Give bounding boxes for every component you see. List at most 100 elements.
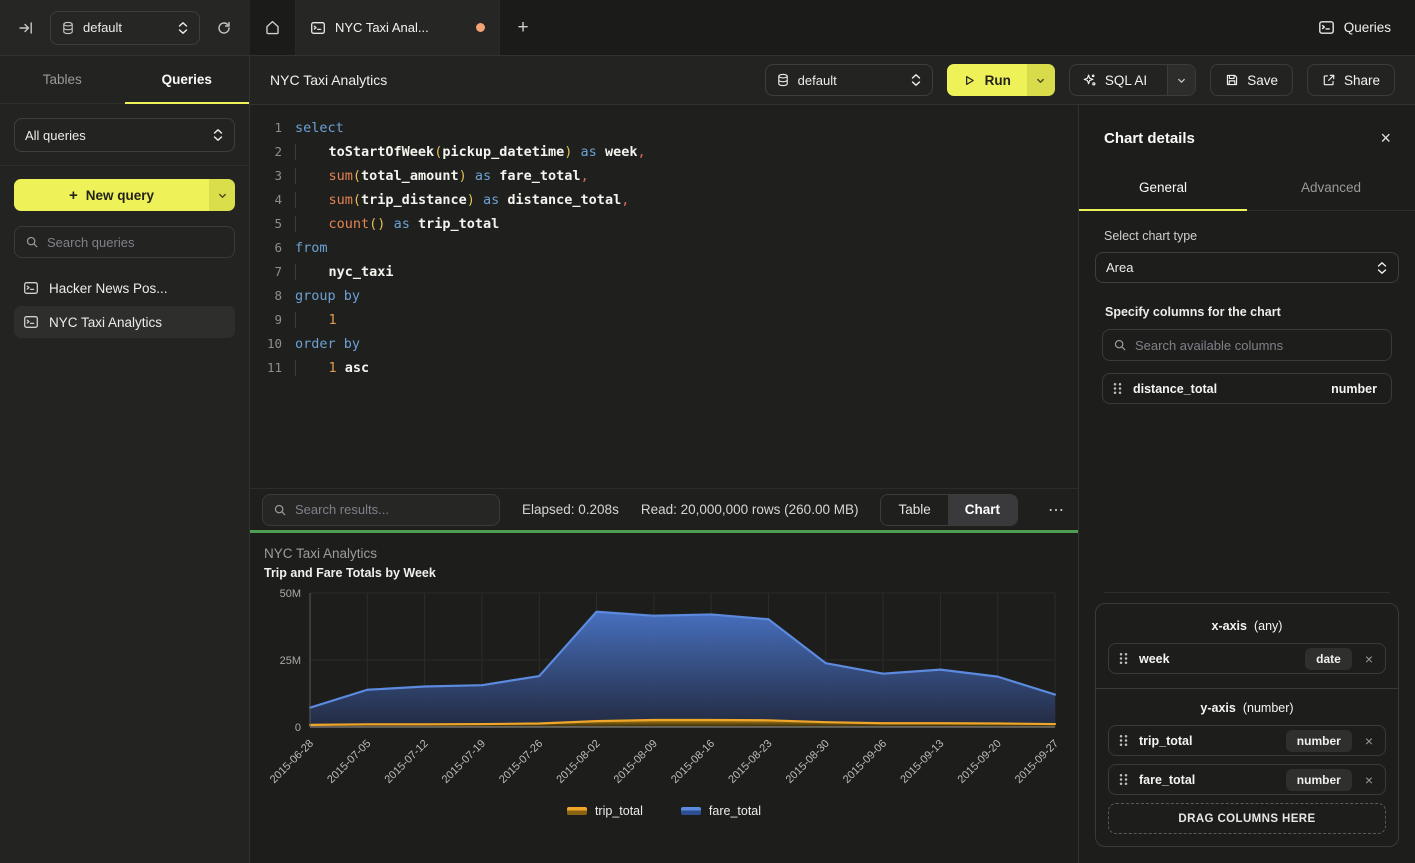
chart-title: NYC Taxi Analytics: [264, 546, 377, 561]
line-number: 1: [250, 116, 282, 140]
code-line: 1select: [250, 116, 1078, 140]
database-selector-value: default: [83, 20, 169, 35]
tab-strip: NYC Taxi Anal... + Queries: [250, 0, 1415, 55]
legend-swatch: [681, 807, 701, 815]
search-icon: [273, 503, 287, 517]
new-query-label: New query: [86, 188, 154, 203]
run-options-dropdown[interactable]: [1027, 64, 1055, 96]
sql-ai-button[interactable]: SQL AI: [1069, 64, 1196, 96]
play-icon: [963, 74, 976, 87]
column-name: distance_total: [1133, 382, 1320, 396]
run-button[interactable]: Run: [947, 64, 1055, 96]
query-search-input[interactable]: [47, 235, 224, 250]
search-icon: [25, 235, 39, 249]
svg-text:2015-09-27: 2015-09-27: [1013, 738, 1061, 786]
axis-column-row[interactable]: fare_totalnumber×: [1108, 764, 1386, 795]
remove-column-icon[interactable]: ×: [1363, 772, 1375, 788]
area-chart[interactable]: 025M50M2015-06-282015-07-052015-07-12201…: [250, 585, 1078, 803]
elapsed-stat: Elapsed: 0.208s: [522, 502, 619, 517]
panel-tab-advanced[interactable]: Advanced: [1247, 167, 1415, 210]
svg-text:2015-08-16: 2015-08-16: [669, 738, 717, 786]
svg-text:2015-07-12: 2015-07-12: [382, 738, 430, 786]
new-tab-button[interactable]: +: [500, 0, 546, 55]
drag-columns-dropzone[interactable]: DRAG COLUMNS HERE: [1108, 803, 1386, 834]
plus-icon: +: [69, 187, 78, 204]
legend-label: trip_total: [595, 804, 643, 818]
drag-handle-icon[interactable]: [1113, 382, 1122, 395]
code-text: toStartOfWeek(pickup_datetime) as week,: [295, 140, 646, 164]
share-button[interactable]: Share: [1307, 64, 1395, 96]
column-name: trip_total: [1139, 734, 1275, 748]
column-type-badge: number: [1286, 730, 1352, 752]
sidebar: TablesQueries All queries + New query: [0, 56, 250, 863]
run-label: Run: [985, 73, 1011, 88]
results-search-input[interactable]: [295, 502, 489, 517]
query-filter-select[interactable]: All queries: [14, 118, 235, 152]
new-query-dropdown[interactable]: [209, 179, 235, 211]
legend-item-trip_total[interactable]: trip_total: [567, 804, 643, 818]
toolbar-database-selector[interactable]: default: [765, 64, 933, 96]
axis-column-row[interactable]: weekdate×: [1108, 643, 1386, 674]
view-toggle-table[interactable]: Table: [881, 495, 947, 525]
drag-handle-icon[interactable]: [1119, 734, 1128, 747]
svg-text:2015-07-26: 2015-07-26: [497, 738, 545, 786]
collapse-sidebar-icon[interactable]: [14, 16, 38, 40]
more-options-icon[interactable]: ⋯: [1040, 500, 1073, 520]
code-line: 10order by: [250, 332, 1078, 356]
code-line: 9 1: [250, 308, 1078, 332]
close-icon[interactable]: ×: [1380, 129, 1391, 147]
line-number: 2: [250, 140, 282, 164]
share-icon: [1322, 73, 1336, 87]
queries-shortcut[interactable]: Queries: [1294, 0, 1415, 55]
query-icon: [310, 20, 326, 36]
chart-type-select[interactable]: Area: [1095, 252, 1399, 283]
chevron-updown-icon: [212, 128, 224, 142]
refresh-icon[interactable]: [212, 16, 236, 40]
code-line: 4 sum(trip_distance) as distance_total,: [250, 188, 1078, 212]
column-name: fare_total: [1139, 773, 1275, 787]
code-line: 11 1 asc: [250, 356, 1078, 380]
sql-ai-dropdown[interactable]: [1167, 65, 1195, 95]
code-line: 7 nyc_taxi: [250, 260, 1078, 284]
column-name: week: [1139, 652, 1294, 666]
database-selector[interactable]: default: [50, 11, 200, 45]
save-button[interactable]: Save: [1210, 64, 1293, 96]
query-list-item[interactable]: NYC Taxi Analytics: [14, 306, 235, 338]
sql-editor[interactable]: 1select2 toStartOfWeek(pickup_datetime) …: [250, 105, 1078, 488]
chart-type-value: Area: [1106, 260, 1368, 275]
save-label: Save: [1247, 73, 1278, 88]
sidebar-tab-tables[interactable]: Tables: [0, 56, 125, 103]
drag-handle-icon[interactable]: [1119, 773, 1128, 786]
available-column-row[interactable]: distance_total number: [1102, 373, 1392, 404]
code-text: group by: [295, 284, 360, 308]
table-chart-toggle: TableChart: [880, 494, 1018, 526]
queries-icon: [1318, 19, 1335, 36]
code-text: 1: [295, 308, 337, 332]
remove-column-icon[interactable]: ×: [1363, 651, 1375, 667]
line-number: 3: [250, 164, 282, 188]
remove-column-icon[interactable]: ×: [1363, 733, 1375, 749]
query-list-item[interactable]: Hacker News Pos...: [14, 272, 235, 304]
home-tab[interactable]: [250, 0, 296, 55]
legend-item-fare_total[interactable]: fare_total: [681, 804, 761, 818]
app-window: default NYC Taxi Anal... +: [0, 0, 1415, 863]
line-number: 6: [250, 236, 282, 260]
view-toggle-chart[interactable]: Chart: [948, 495, 1017, 525]
svg-text:2015-08-09: 2015-08-09: [612, 738, 660, 786]
svg-text:2015-09-20: 2015-09-20: [956, 738, 1004, 786]
columns-search-input[interactable]: [1135, 338, 1381, 353]
tab-nyc-taxi-analytics[interactable]: NYC Taxi Anal...: [296, 0, 500, 55]
query-list: Hacker News Pos...NYC Taxi Analytics: [14, 272, 235, 338]
chart-type-label: Select chart type: [1104, 229, 1399, 243]
new-query-button[interactable]: + New query: [14, 179, 235, 211]
axis-column-row[interactable]: trip_total number ×: [1108, 725, 1386, 756]
divider: [1104, 592, 1390, 593]
code-text: 1 asc: [295, 356, 369, 380]
panel-tab-general[interactable]: General: [1079, 167, 1247, 210]
code-line: 5 count() as trip_total: [250, 212, 1078, 236]
sidebar-tab-queries[interactable]: Queries: [125, 56, 250, 103]
column-type: number: [1331, 382, 1377, 396]
code-line: 3 sum(total_amount) as fare_total,: [250, 164, 1078, 188]
svg-text:25M: 25M: [280, 655, 301, 667]
drag-handle-icon[interactable]: [1119, 652, 1128, 665]
